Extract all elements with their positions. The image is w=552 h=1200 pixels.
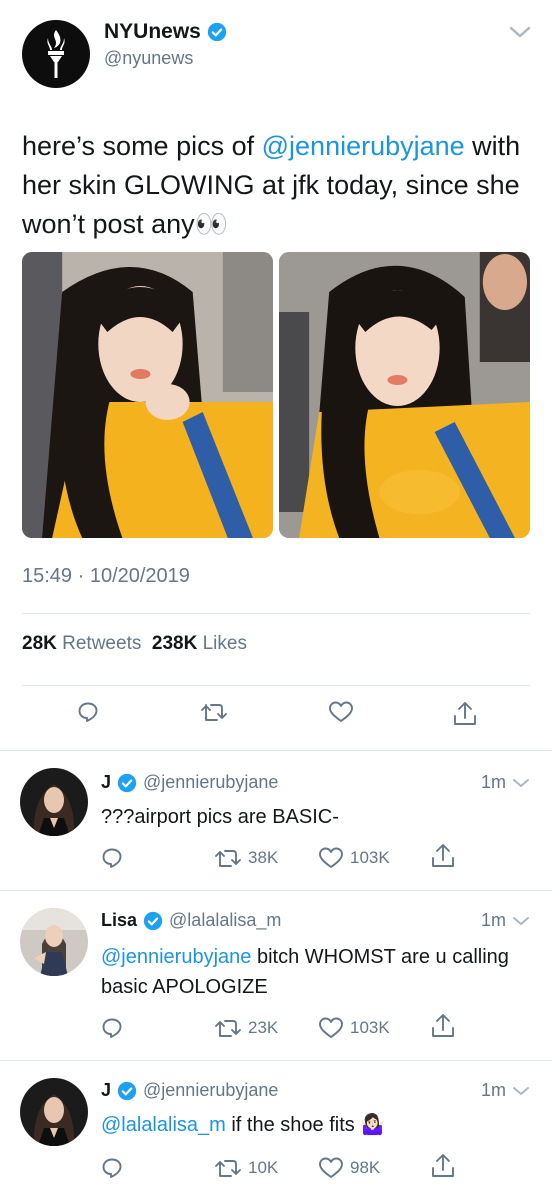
divider [22, 685, 530, 686]
share-icon [432, 1154, 454, 1177]
reply-header: J @jennierubyjane [101, 772, 278, 793]
reply-author-name[interactable]: J [101, 772, 111, 793]
reply-button[interactable] [76, 700, 100, 724]
like-button[interactable]: 103K [318, 846, 390, 870]
reply-time: 1m [481, 1080, 530, 1101]
likes-count[interactable]: 238K [152, 633, 197, 654]
avatar[interactable] [20, 908, 88, 976]
reply-actions: 23K 103K [0, 1014, 552, 1056]
torch-logo-icon [47, 30, 65, 78]
chevron-down-icon[interactable] [508, 24, 532, 40]
mention-link[interactable]: @jennierubyjane [101, 946, 251, 968]
reply-time: 1m [481, 772, 530, 793]
retweet-count: 23K [248, 1018, 279, 1037]
reply-author-handle[interactable]: @jennierubyjane [143, 1080, 278, 1101]
tweet-text: here’s some pics of @jennierubyjane with… [22, 127, 532, 244]
like-count: 103K [350, 1018, 390, 1037]
mention-link[interactable]: @lalalalisa_m [101, 1114, 226, 1136]
heart-icon [319, 1017, 343, 1038]
tweet-header: NYUnews @nyunews [22, 20, 532, 90]
heart-icon [329, 701, 353, 722]
reply-author-handle[interactable]: @jennierubyjane [143, 772, 278, 793]
heart-icon [319, 847, 343, 868]
like-button[interactable] [328, 700, 354, 724]
reply-tweet[interactable]: J @jennierubyjane 1m @lalalalisa_m if th… [0, 1060, 552, 1200]
photo-right[interactable] [279, 252, 530, 538]
share-icon [432, 1014, 454, 1037]
retweet-button[interactable]: 38K [214, 846, 278, 870]
share-button[interactable] [430, 1152, 456, 1180]
share-icon [432, 844, 454, 867]
reply-text-body: ???airport pics are BASIC- [101, 806, 339, 828]
share-button[interactable] [430, 842, 456, 870]
reply-actions: 10K 98K [0, 1154, 552, 1196]
reply-button[interactable] [100, 1016, 124, 1040]
retweet-icon [201, 704, 227, 721]
author-handle[interactable]: @nyunews [104, 48, 227, 69]
reply-author-handle[interactable]: @lalalalisa_m [169, 910, 281, 931]
retweet-icon [215, 1160, 241, 1177]
retweets-count[interactable]: 28K [22, 633, 57, 654]
tweet-photos [22, 252, 530, 538]
reply-time-label: 1m [480, 910, 506, 930]
reply-header: J @jennierubyjane [101, 1080, 278, 1101]
reply-time: 1m [481, 910, 530, 931]
divider [22, 613, 530, 614]
retweet-icon [215, 850, 241, 867]
reply-tweet[interactable]: J @jennierubyjane 1m ???airport pics are… [0, 750, 552, 890]
reply-icon [102, 1158, 122, 1178]
avatar[interactable] [22, 20, 90, 88]
reply-text: @jennierubyjane bitch WHOMST are u calli… [101, 942, 531, 1002]
chevron-down-icon[interactable] [512, 915, 530, 927]
avatar[interactable] [20, 1078, 88, 1146]
reply-icon [78, 702, 98, 722]
avatar[interactable] [20, 768, 88, 836]
verified-badge-icon [143, 911, 163, 930]
tweet-actions [0, 700, 552, 740]
likes-label[interactable]: Likes [203, 633, 247, 654]
heart-icon [319, 1157, 343, 1178]
retweet-icon [215, 1020, 241, 1037]
like-count: 98K [350, 1158, 381, 1177]
reply-actions: 38K 103K [0, 844, 552, 886]
reply-header: Lisa @lalalalisa_m [101, 910, 281, 931]
reply-text: ???airport pics are BASIC- [101, 802, 531, 832]
reply-button[interactable] [100, 846, 124, 870]
reply-author-name[interactable]: J [101, 1080, 111, 1101]
photo-left[interactable] [22, 252, 273, 538]
chevron-down-icon[interactable] [512, 1085, 530, 1097]
reply-time-label: 1m [480, 1080, 506, 1100]
reply-tweet[interactable]: Lisa @lalalalisa_m 1m @jennierubyjane bi… [0, 890, 552, 1060]
reply-text-body: if the shoe fits 🤷🏻‍♀️ [225, 1114, 386, 1136]
verified-badge-icon [207, 22, 227, 42]
like-button[interactable]: 98K [318, 1156, 380, 1180]
reply-text: @lalalalisa_m if the shoe fits 🤷🏻‍♀️ [101, 1110, 531, 1140]
tweet-timestamp[interactable]: 15:49 · 10/20/2019 [22, 565, 190, 588]
eyes-emoji: 👀 [194, 209, 229, 239]
verified-badge-icon [117, 1081, 137, 1100]
chevron-down-icon[interactable] [512, 777, 530, 789]
share-button[interactable] [430, 1012, 456, 1040]
tweet-text-part: here’s some pics of [22, 131, 262, 161]
mention-link[interactable]: @jennierubyjane [262, 131, 465, 161]
like-count: 103K [350, 848, 390, 867]
retweet-count: 10K [248, 1158, 279, 1177]
verified-badge-icon [117, 773, 137, 792]
retweets-label[interactable]: Retweets [62, 633, 141, 654]
retweet-button[interactable]: 23K [214, 1016, 278, 1040]
retweet-button[interactable] [200, 700, 228, 724]
retweet-button[interactable]: 10K [214, 1156, 278, 1180]
tweet-stats: 28K Retweets 238K Likes [22, 633, 247, 655]
retweet-count: 38K [248, 848, 279, 867]
share-icon [454, 702, 476, 725]
reply-icon [102, 1018, 122, 1038]
share-button[interactable] [452, 700, 478, 728]
reply-author-name[interactable]: Lisa [101, 910, 137, 931]
reply-icon [102, 848, 122, 868]
reply-button[interactable] [100, 1156, 124, 1180]
like-button[interactable]: 103K [318, 1016, 390, 1040]
author-name[interactable]: NYUnews [104, 20, 201, 44]
reply-time-label: 1m [480, 772, 506, 792]
